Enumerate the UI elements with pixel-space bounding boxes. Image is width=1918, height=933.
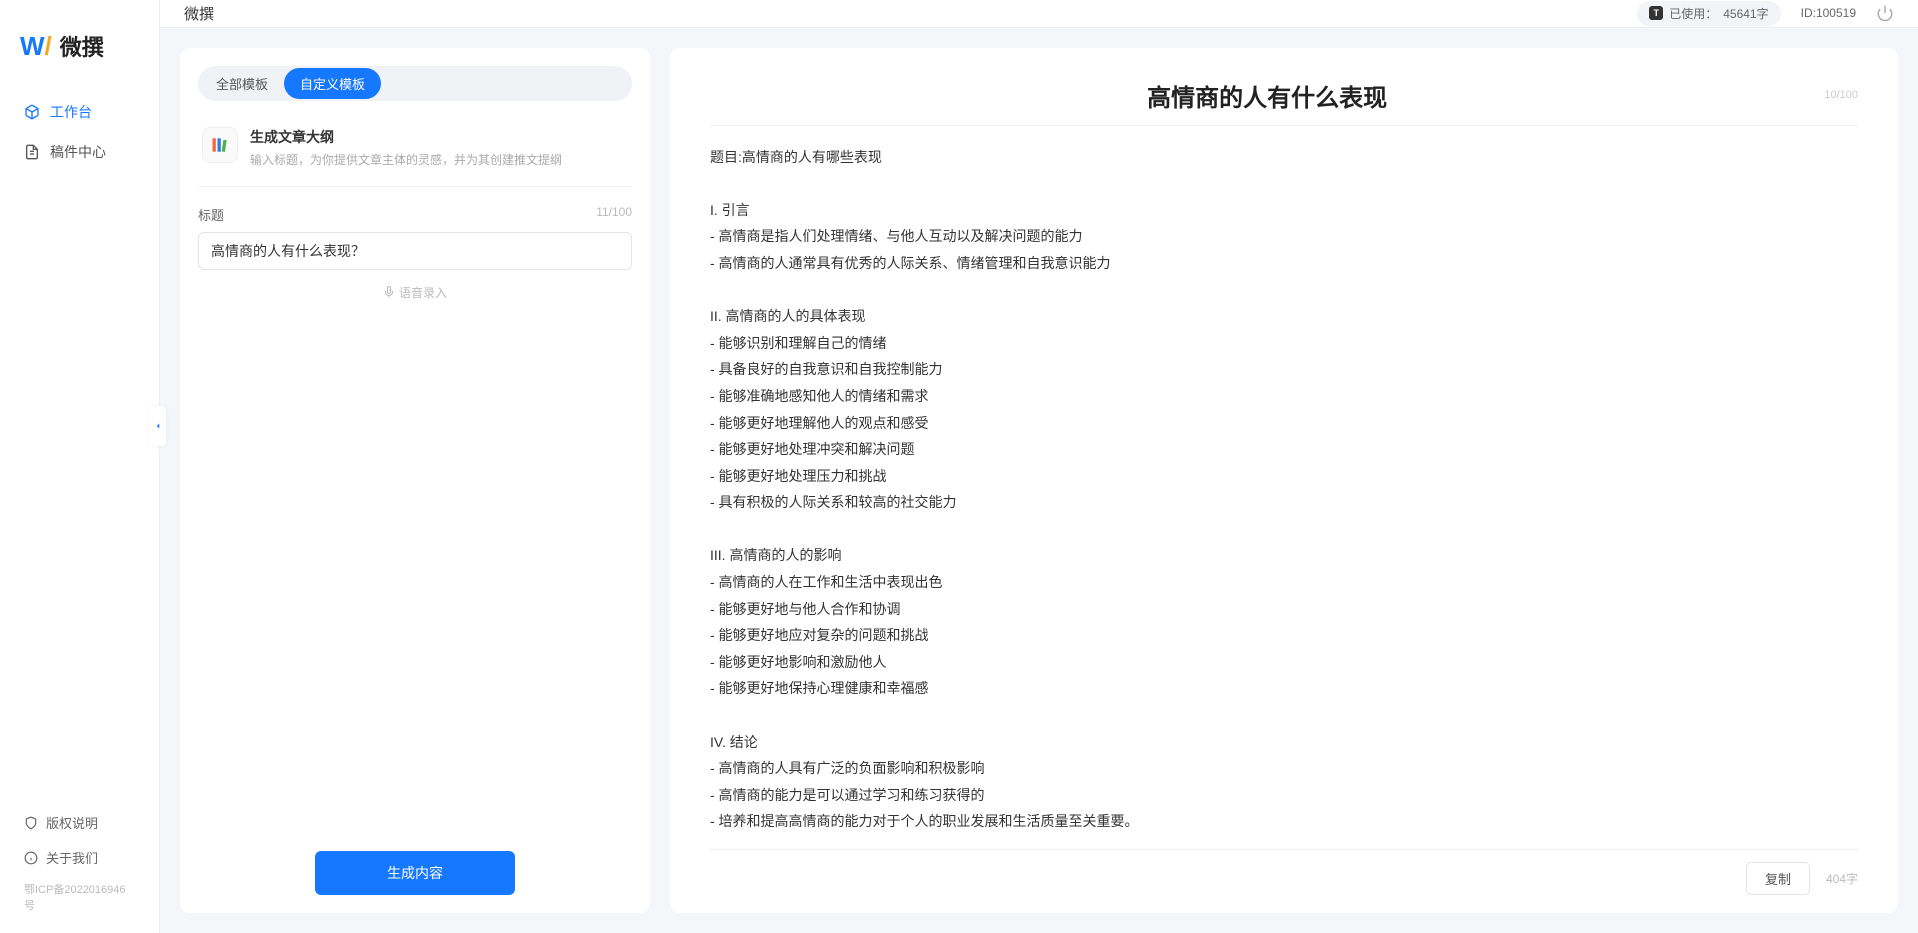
logo-text: 微撰 [60,30,104,62]
tab-all-templates[interactable]: 全部模板 [200,68,284,99]
sidebar-item-workspace[interactable]: 工作台 [0,92,159,132]
power-icon[interactable] [1876,4,1894,22]
template-card: 生成文章大纲 输入标题，为你提供文章主体的灵感，并为其创建推文提纲 [198,119,632,187]
usage-pill[interactable]: T 已使用： 45641字 [1637,1,1780,26]
title-field-label-row: 标题 11/100 [198,205,632,224]
footer-link-copyright[interactable]: 版权说明 [24,805,135,840]
document-icon [24,144,40,160]
title-field-label: 标题 [198,205,224,224]
sidebar-item-label: 稿件中心 [50,142,106,162]
books-icon [202,127,238,163]
output-title-row: 高情商的人有什么表现 10/100 [710,78,1858,126]
title-input[interactable] [198,232,632,270]
output-panel: 高情商的人有什么表现 10/100 题目:高情商的人有哪些表现 I. 引言 - … [670,48,1898,913]
page-title: 微撰 [184,3,214,24]
cube-icon [24,104,40,120]
output-footer: 复制 404字 [710,849,1858,895]
voice-input-button[interactable]: 语音录入 [198,284,632,301]
sidebar-collapse-handle[interactable] [150,406,166,446]
output-body[interactable]: 题目:高情商的人有哪些表现 I. 引言 - 高情商是指人们处理情绪、与他人互动以… [710,144,1858,835]
output-title-counter: 10/100 [1824,89,1858,101]
sidebar-nav: 工作台 稿件中心 [0,92,159,805]
usage-prefix: 已使用： [1669,5,1717,22]
sidebar-item-label: 工作台 [50,102,92,122]
content-area: 全部模板 自定义模板 生成文章大纲 输入标题，为你提供文章主体的灵感，并为其创建… [160,28,1918,933]
sidebar-item-drafts[interactable]: 稿件中心 [0,132,159,172]
usage-value: 45641字 [1723,5,1768,22]
logo-mark-icon: W/ [20,31,52,62]
tab-custom-templates[interactable]: 自定义模板 [284,68,381,99]
main: 微撰 T 已使用： 45641字 ID:100519 全部模板 自定义模板 [160,0,1918,933]
template-tabs: 全部模板 自定义模板 [198,66,632,101]
user-id-label: ID:100519 [1801,6,1856,20]
microphone-icon [383,286,395,298]
footer-link-about[interactable]: 关于我们 [24,840,135,875]
shield-icon [24,816,38,830]
icp-label: 鄂ICP备2022016946号 [24,881,135,913]
app-logo[interactable]: W/ 微撰 [0,20,159,92]
voice-input-label: 语音录入 [399,284,447,301]
copy-button[interactable]: 复制 [1746,862,1810,895]
template-desc: 输入标题，为你提供文章主体的灵感，并为其创建推文提纲 [250,151,562,168]
template-title: 生成文章大纲 [250,127,562,147]
topbar: 微撰 T 已使用： 45641字 ID:100519 [160,0,1918,28]
generate-button[interactable]: 生成内容 [315,851,515,895]
output-title: 高情商的人有什么表现 [710,78,1824,113]
title-field-counter: 11/100 [596,205,632,224]
text-badge-icon: T [1649,6,1663,20]
input-panel: 全部模板 自定义模板 生成文章大纲 输入标题，为你提供文章主体的灵感，并为其创建… [180,48,650,913]
output-word-count: 404字 [1826,870,1858,887]
chevron-left-icon [153,421,163,431]
info-icon [24,851,38,865]
sidebar-footer: 版权说明 关于我们 鄂ICP备2022016946号 [0,805,159,913]
sidebar: W/ 微撰 工作台 稿件中心 版权说明 关于我们 鄂ICP备2022016946… [0,0,160,933]
